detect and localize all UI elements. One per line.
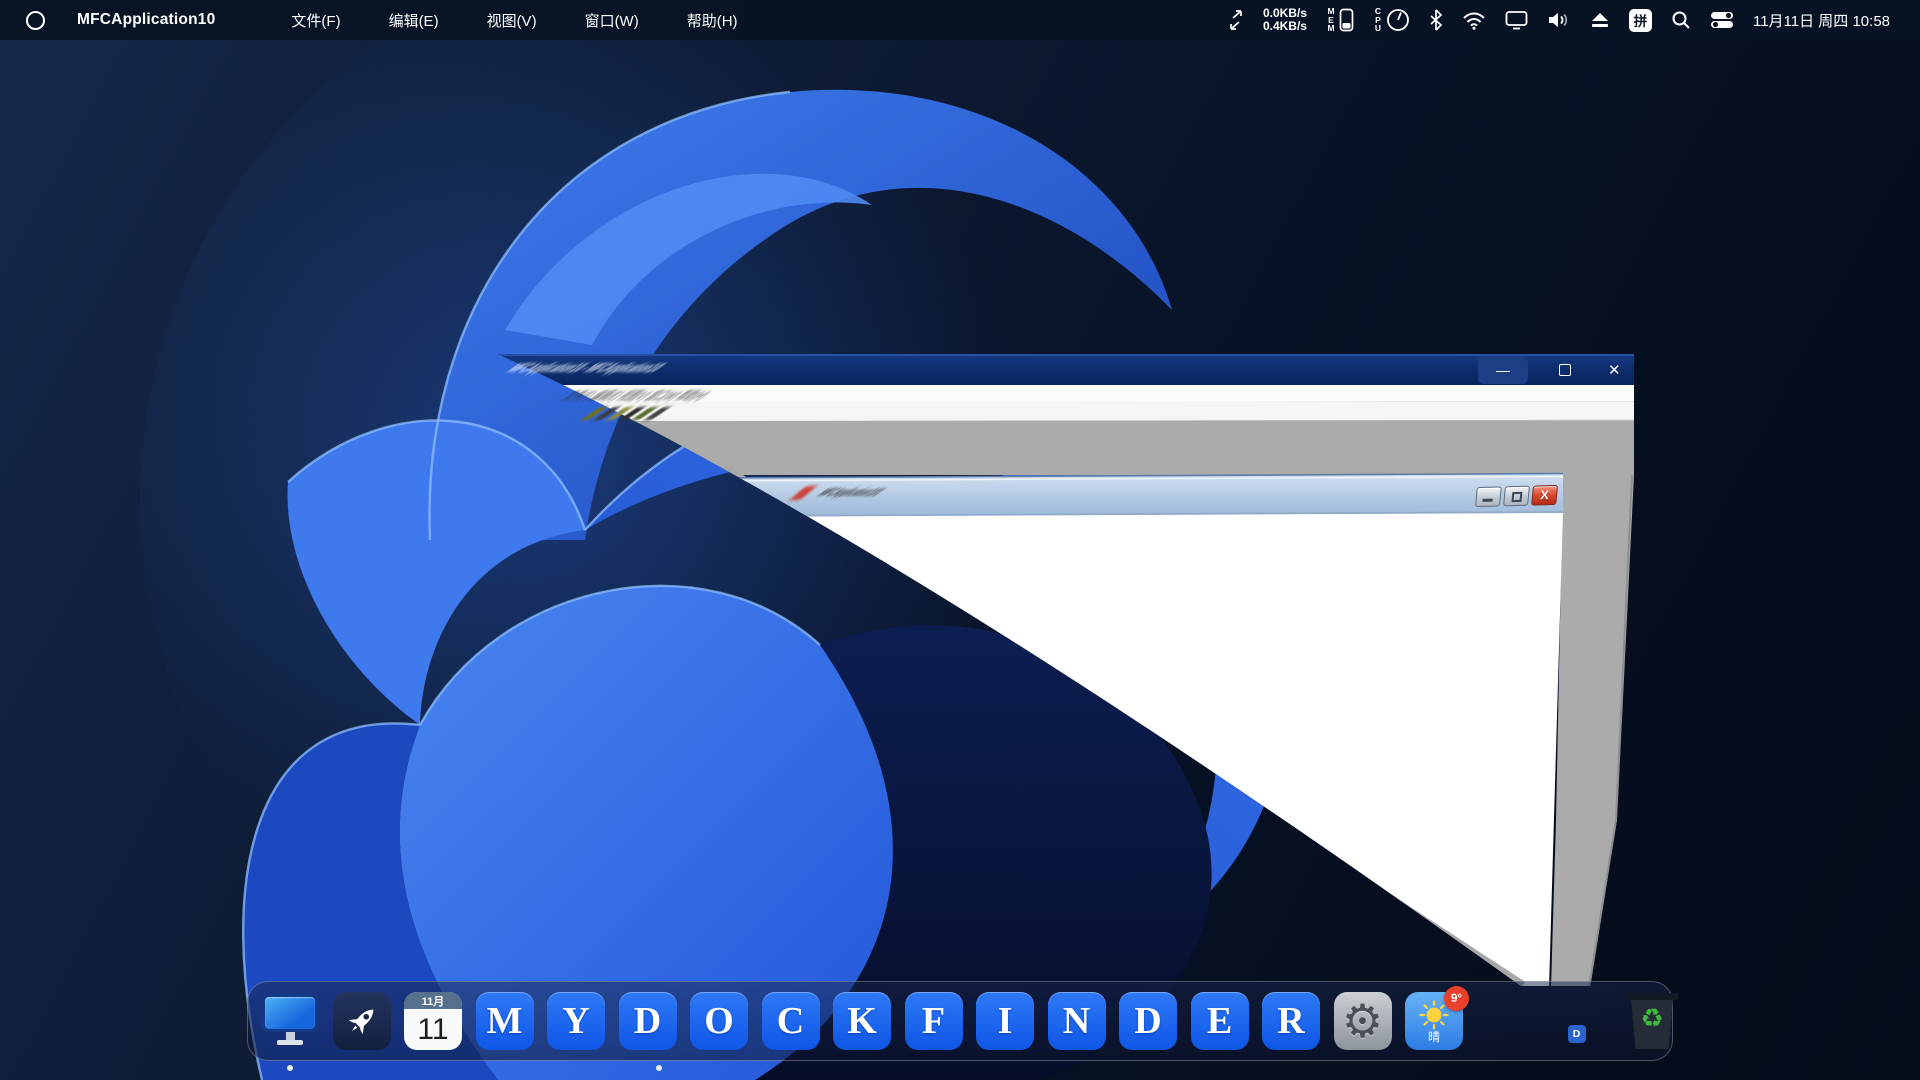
- maximize-button[interactable]: [1559, 364, 1571, 376]
- minimize-icon: —: [1496, 362, 1510, 378]
- window-controls: — ✕: [1478, 355, 1627, 385]
- dock: 11月 11 M Y D O C K F I N D E R ⚙: [247, 981, 1673, 1061]
- desktop: MFCApplication10 - MFCApplication10 文件(F…: [0, 0, 1920, 1080]
- cpu-gauge-icon: [1386, 8, 1410, 32]
- weather-icon: 晴 9°: [1405, 992, 1463, 1050]
- ring-logo-icon[interactable]: [26, 11, 45, 30]
- letter-label: K: [847, 999, 877, 1043]
- letter-label: R: [1277, 999, 1304, 1043]
- menu-bar: MFCApplication10 文件(F) 编辑(E) 视图(V) 窗口(W)…: [0, 0, 1920, 40]
- menu-edit[interactable]: 编辑(E): [365, 0, 463, 40]
- control-center-icon[interactable]: [1710, 10, 1734, 30]
- cpu-gauge[interactable]: CPU: [1373, 7, 1410, 33]
- letter-label: F: [922, 999, 945, 1043]
- rocket-icon: [333, 992, 391, 1050]
- child-minimize-button[interactable]: [1475, 486, 1502, 507]
- eject-icon[interactable]: [1590, 11, 1610, 29]
- dock-item-letter-k[interactable]: K: [833, 992, 891, 1050]
- cpu-label: CPU: [1373, 7, 1383, 33]
- recycle-bin-icon: ♻: [1626, 993, 1678, 1049]
- datetime[interactable]: 11月11日 周四 10:58: [1753, 10, 1890, 31]
- bluetooth-icon[interactable]: [1429, 9, 1443, 31]
- minimize-button[interactable]: —: [1478, 356, 1528, 384]
- display-icon[interactable]: [1505, 10, 1528, 30]
- search-icon[interactable]: [1671, 10, 1691, 30]
- dock-item-weather[interactable]: 晴 9°: [1405, 992, 1463, 1050]
- calendar-icon: 11月 11: [404, 992, 462, 1050]
- dock-item-letter-m[interactable]: M: [476, 992, 534, 1050]
- letter-label: D: [1134, 999, 1161, 1043]
- menu-window[interactable]: 窗口(W): [561, 0, 663, 40]
- close-button[interactable]: ✕: [1602, 361, 1627, 379]
- dock-item-letter-f[interactable]: F: [905, 992, 963, 1050]
- child-maximize-button[interactable]: [1503, 486, 1530, 507]
- calendar-day: 11: [404, 1009, 462, 1050]
- mem-label: MEM: [1326, 7, 1336, 33]
- letter-label: N: [1063, 999, 1090, 1043]
- running-indicator-app: [656, 1065, 662, 1071]
- close-icon: ✕: [1608, 362, 1621, 379]
- active-app-name[interactable]: MFCApplication10: [77, 11, 215, 29]
- window-menu-row-smeared: 文件(F) 编辑(E) 视图(V) 窗口(W) 帮助(H): [555, 387, 719, 404]
- dock-item-letter-d1[interactable]: D: [619, 992, 677, 1050]
- letter-label: C: [777, 999, 804, 1043]
- window-title-smeared: MFCApplication10 - MFCApplication10: [502, 360, 672, 375]
- letter-label: O: [704, 999, 734, 1043]
- memory-gauge-icon: [1339, 8, 1354, 32]
- child-close-button[interactable]: X: [1531, 485, 1558, 506]
- dock-item-letter-d2[interactable]: D: [1119, 992, 1177, 1050]
- dock-item-letter-n[interactable]: N: [1048, 992, 1106, 1050]
- wifi-icon[interactable]: [1462, 11, 1486, 30]
- dock-item-letter-i[interactable]: I: [976, 992, 1034, 1050]
- dock-item-letter-o[interactable]: O: [690, 992, 748, 1050]
- dock-item-recycle-bin[interactable]: ♻: [1623, 992, 1681, 1050]
- weather-condition: 晴: [1428, 1031, 1440, 1043]
- dock-item-letter-y[interactable]: Y: [547, 992, 605, 1050]
- network-speed[interactable]: 0.0KB/s 0.4KB/s: [1263, 7, 1307, 33]
- status-tray: 0.0KB/s 0.4KB/s MEM CPU: [1228, 7, 1920, 33]
- letter-label: Y: [562, 999, 589, 1043]
- minimized-window-badge[interactable]: D: [1568, 1025, 1586, 1043]
- updown-arrows-icon[interactable]: [1228, 10, 1244, 30]
- input-method-icon[interactable]: 拼: [1629, 9, 1652, 32]
- letter-label: E: [1207, 999, 1232, 1043]
- dock-item-letter-r[interactable]: R: [1262, 992, 1320, 1050]
- volume-icon[interactable]: [1547, 10, 1571, 30]
- download-speed: 0.4KB/s: [1263, 20, 1307, 33]
- menu-bar-left: MFCApplication10 文件(F) 编辑(E) 视图(V) 窗口(W)…: [0, 0, 762, 40]
- menu-file[interactable]: 文件(F): [267, 0, 364, 40]
- recycle-symbol: ♻: [1626, 1003, 1678, 1034]
- dock-item-calendar[interactable]: 11月 11: [404, 992, 462, 1050]
- child-window-controls: X: [1475, 485, 1558, 507]
- running-indicator-finder: [287, 1065, 293, 1071]
- app-window-warped: [0, 0, 1920, 1080]
- dock-item-launchpad[interactable]: [333, 992, 391, 1050]
- dock-item-settings[interactable]: ⚙: [1334, 992, 1392, 1050]
- dock-item-letter-e[interactable]: E: [1191, 992, 1249, 1050]
- dock-item-letter-c[interactable]: C: [762, 992, 820, 1050]
- letter-label: I: [998, 999, 1013, 1043]
- minimize-icon: [1482, 499, 1492, 502]
- monitor-icon: [262, 994, 318, 1048]
- letter-label: M: [487, 999, 523, 1043]
- menu-help[interactable]: 帮助(H): [663, 0, 762, 40]
- memory-gauge[interactable]: MEM: [1326, 7, 1354, 33]
- dock-item-finder[interactable]: [261, 992, 319, 1050]
- letter-label: D: [634, 999, 661, 1043]
- weather-temp-badge: 9°: [1444, 986, 1469, 1011]
- menu-view[interactable]: 视图(V): [463, 0, 561, 40]
- calendar-month: 11月: [404, 992, 462, 1009]
- gear-icon: ⚙: [1334, 992, 1392, 1050]
- maximize-icon: [1511, 491, 1522, 501]
